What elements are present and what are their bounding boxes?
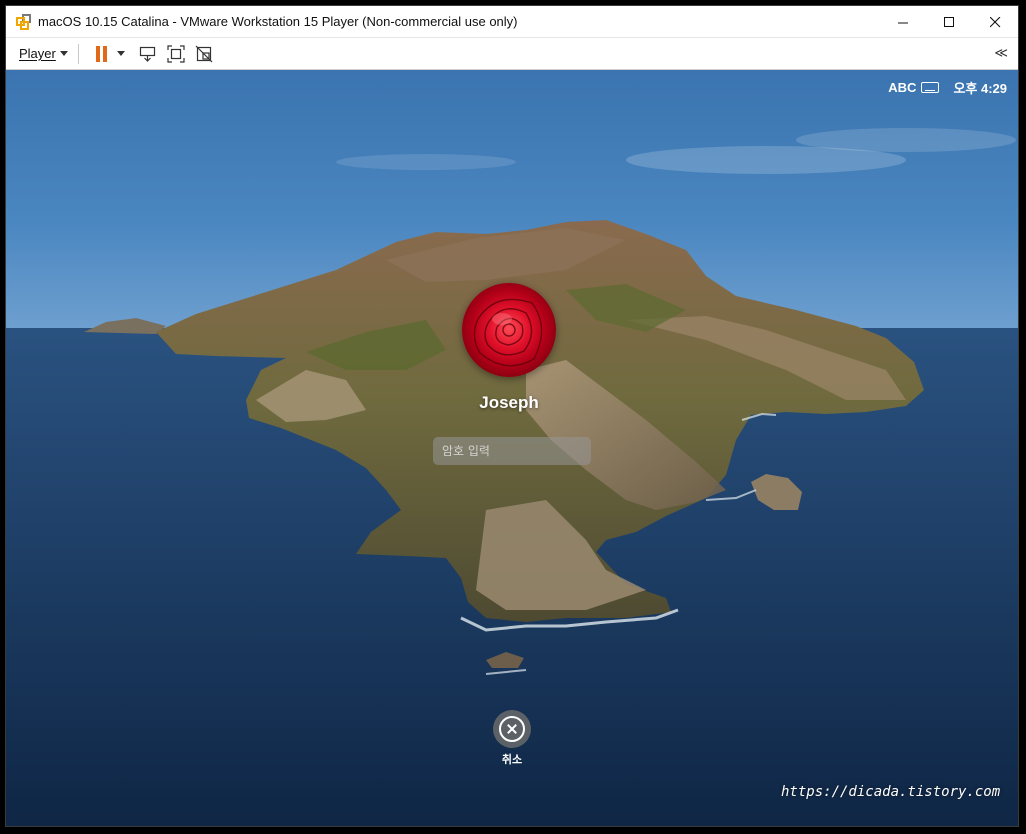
close-button[interactable] [972,6,1018,38]
pause-options-dropdown[interactable] [116,51,125,56]
minimize-icon [897,22,908,23]
player-menu[interactable]: Player [19,46,68,61]
player-menu-label: Player [19,46,56,61]
cancel-label: 취소 [501,753,523,766]
unity-icon [195,45,213,62]
cancel-button[interactable] [493,710,531,748]
chevron-down-icon [59,51,68,56]
rose-icon [473,298,543,367]
pause-button[interactable] [91,43,113,65]
guest-screen[interactable]: ABC 오후 4:29 Joseph 취소 https://dicada.tis… [6,70,1018,826]
send-ctrl-alt-del-button[interactable] [137,43,159,65]
close-icon [989,16,1000,27]
close-circle-icon [499,716,525,742]
keyboard-icon [921,82,940,93]
unity-button[interactable] [193,43,215,65]
send-ctrl-alt-del-icon [139,46,155,62]
watermark: https://dicada.tistory.com [781,784,1001,800]
user-avatar[interactable] [462,283,556,377]
fullscreen-button[interactable] [165,43,187,65]
guest-menubar: ABC 오후 4:29 [888,78,1007,97]
collapse-toolbar-icon[interactable]: ≪ [994,45,1008,61]
menubar-clock: 오후 4:29 [953,81,1007,96]
user-name-label: Joseph [479,393,539,412]
pause-icon [96,45,108,62]
maximize-icon [943,16,954,27]
input-source-label[interactable]: ABC [888,80,916,95]
window-title: macOS 10.15 Catalina - VMware Workstatio… [38,14,518,29]
window-controls [880,6,1018,38]
vmware-toolbar: Player ≪ [6,38,1018,70]
vmware-window: macOS 10.15 Catalina - VMware Workstatio… [5,5,1019,827]
title-bar: macOS 10.15 Catalina - VMware Workstatio… [6,6,1018,38]
fullscreen-icon [167,44,185,63]
minimize-button[interactable] [880,6,926,38]
maximize-button[interactable] [926,6,972,38]
vmware-app-icon [16,13,32,30]
toolbar-divider [77,43,79,64]
password-input[interactable] [433,437,591,465]
